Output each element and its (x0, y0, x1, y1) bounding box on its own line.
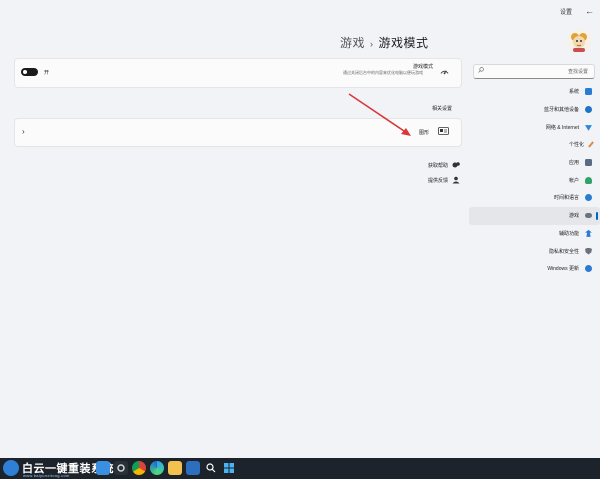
breadcrumb-separator: › (370, 39, 374, 49)
sidebar-item-label: 应用 (568, 160, 579, 167)
breadcrumb: 游戏 › 游戏模式 (340, 34, 429, 51)
game-mode-icon (440, 70, 449, 75)
bluetooth-icon (585, 106, 592, 114)
game-mode-title: 游戏模式 (412, 64, 433, 70)
globe-clock-icon (585, 194, 592, 202)
graphics-label: 图形 (418, 130, 429, 136)
sidebar-item-time-language[interactable]: 时间和语言 (469, 189, 600, 207)
search-placeholder: 查找设置 (567, 69, 588, 75)
sidebar-item-label: 时间和语言 (553, 195, 579, 202)
sidebar-item-personalization[interactable]: 个性化 (469, 136, 600, 154)
sidebar-item-accounts[interactable]: 帐户 (469, 171, 600, 189)
gamepad-icon (585, 213, 592, 219)
accessibility-icon (585, 229, 592, 237)
sidebar-item-label: 游戏 (568, 213, 579, 220)
related-settings-heading: 相关设置 (432, 106, 453, 112)
help-icon (452, 162, 460, 168)
search-icon[interactable] (204, 461, 218, 475)
game-mode-card: 开 游戏模式 通过关闭后台中的内容来优化电脑以便玩游戏 (14, 58, 462, 88)
feedback-icon (452, 176, 460, 184)
person-icon (585, 176, 592, 184)
toggle-knob (23, 70, 27, 74)
settings-app-icon[interactable] (114, 461, 128, 475)
annotation-arrow (348, 93, 411, 136)
store-icon[interactable] (186, 461, 200, 475)
windows-start-icon[interactable] (222, 461, 236, 475)
sidebar-item-label: 帐户 (568, 177, 579, 184)
sidebar-item-label: 隐私和安全性 (548, 248, 579, 255)
sidebar-item-system[interactable]: 系统 (469, 83, 600, 101)
avatar[interactable] (566, 28, 592, 54)
give-feedback-link[interactable]: 提供反馈 (400, 176, 460, 184)
taskbar-icons (96, 461, 236, 475)
sidebar-item-label: 蓝牙和其他设备 (543, 107, 579, 114)
edge-icon[interactable] (150, 461, 164, 475)
breadcrumb-parent[interactable]: 游戏 (340, 36, 365, 50)
sidebar-item-label: 辅助功能 (558, 230, 579, 237)
watermark-sub: www.baiyunxitong.com (23, 473, 70, 478)
sidebar-item-apps[interactable]: 应用 (469, 154, 600, 172)
sidebar-item-label: 个性化 (568, 142, 584, 149)
feather-app-icon[interactable] (96, 461, 110, 475)
sidebar-item-bluetooth[interactable]: 蓝牙和其他设备 (469, 101, 600, 119)
chevron-right-icon: › (22, 127, 25, 136)
sidebar-item-network[interactable]: 网络 & Internet (469, 118, 600, 136)
get-help-link[interactable]: 获取帮助 (400, 161, 460, 169)
brush-icon (587, 141, 595, 149)
chrome-icon[interactable] (132, 461, 146, 475)
monitor-icon (585, 88, 592, 96)
game-mode-description: 通过关闭后台中的内容来优化电脑以便玩游戏 (343, 70, 423, 75)
toggle-state-label: 开 (44, 70, 50, 76)
app-title: 设置 (560, 10, 573, 16)
wifi-icon (585, 125, 592, 131)
apps-icon (585, 159, 592, 167)
give-feedback-label: 提供反馈 (427, 177, 448, 184)
settings-window: ← 设置 查找设置 系统 蓝牙和其他设备 网络 & Internet 个性化 应… (0, 0, 600, 458)
watermark-logo (3, 460, 19, 476)
file-explorer-icon[interactable] (168, 461, 182, 475)
back-arrow-icon[interactable]: ← (585, 6, 594, 16)
sidebar-item-label: 系统 (568, 89, 579, 96)
sidebar-item-accessibility[interactable]: 辅助功能 (469, 225, 600, 243)
page-title: 游戏模式 (378, 36, 429, 50)
sidebar-item-privacy[interactable]: 隐私和安全性 (469, 242, 600, 260)
game-mode-toggle[interactable] (21, 68, 38, 76)
search-input[interactable]: 查找设置 (473, 64, 595, 79)
get-help-label: 获取帮助 (427, 162, 448, 169)
sidebar-item-windows-update[interactable]: Windows 更新 (469, 260, 600, 278)
sidebar-item-gaming[interactable]: 游戏 (469, 206, 600, 225)
sidebar-item-label: 网络 & Internet (545, 124, 579, 131)
sidebar-item-label: Windows 更新 (547, 266, 579, 273)
sidebar-nav: 系统 蓝牙和其他设备 网络 & Internet 个性化 应用 帐户 时间和语言 (469, 83, 600, 278)
graphics-icon (438, 127, 449, 135)
shield-icon (585, 247, 592, 255)
search-icon (478, 67, 484, 73)
update-icon (585, 265, 592, 273)
taskbar: 白云一键重装系统 www.baiyunxitong.com (0, 458, 600, 479)
